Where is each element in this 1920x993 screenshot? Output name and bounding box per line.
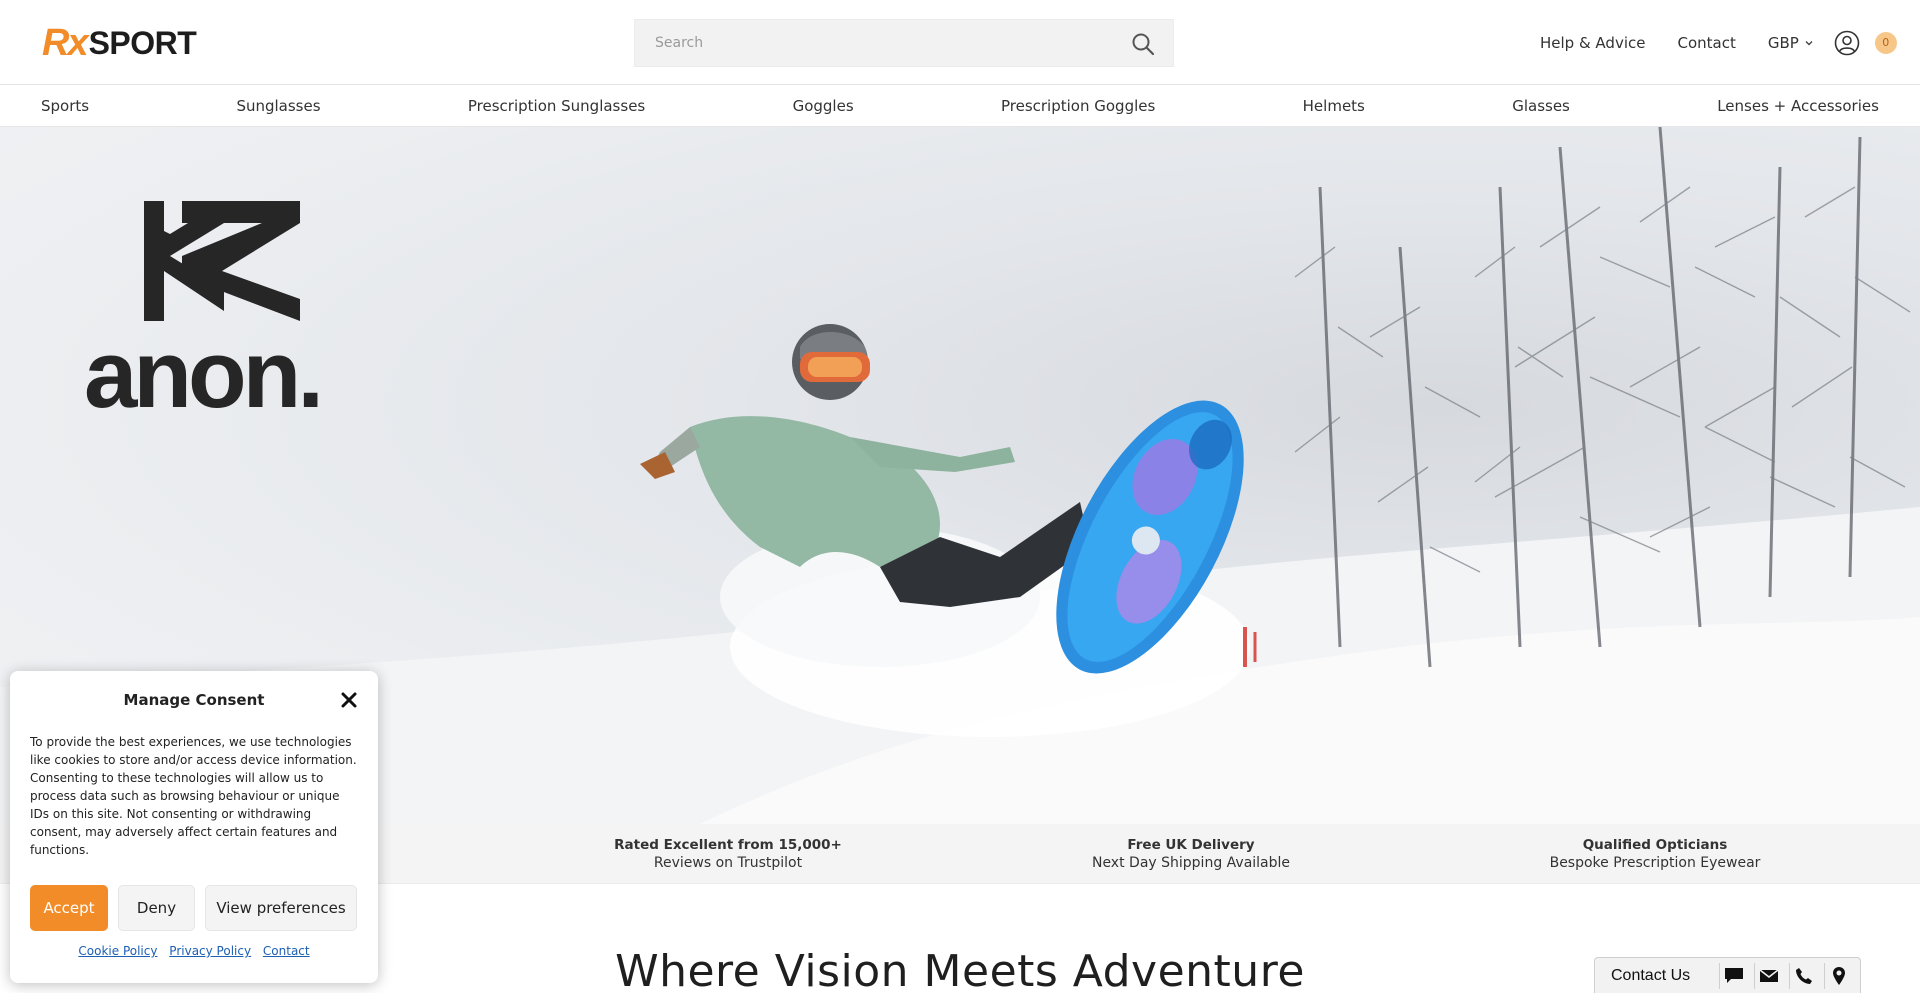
nav-item-sunglasses[interactable]: Sunglasses — [236, 97, 320, 115]
contact-link[interactable]: Contact — [1677, 34, 1735, 52]
usp-delivery[interactable]: Free UK Delivery Next Day Shipping Avail… — [1092, 836, 1290, 872]
nav-item-lenses-accessories[interactable]: Lenses + Accessories — [1717, 97, 1879, 115]
usp-title: Free UK Delivery — [1127, 837, 1255, 853]
consent-links: Cookie Policy Privacy Policy Contact — [10, 944, 378, 958]
main-nav: Sports Sunglasses Prescription Sunglasse… — [0, 86, 1920, 127]
logo-sport-text: SPORT — [88, 25, 197, 61]
cookie-consent-dialog: Manage Consent To provide the best exper… — [10, 671, 378, 983]
usp-title: Qualified Opticians — [1582, 837, 1728, 853]
header-links: Help & Advice Contact GBP 0 — [1540, 0, 1897, 85]
nav-item-helmets[interactable]: Helmets — [1303, 97, 1365, 115]
nav-item-goggles[interactable]: Goggles — [793, 97, 854, 115]
privacy-policy-link[interactable]: Privacy Policy — [169, 944, 251, 958]
account-icon[interactable] — [1834, 30, 1860, 56]
site-header: Rx SPORT Help & Advice Contact GBP 0 — [0, 0, 1920, 85]
chat-icon[interactable] — [1719, 962, 1747, 989]
cart-count-badge[interactable]: 0 — [1874, 31, 1897, 54]
chevron-down-icon — [1805, 40, 1813, 45]
consent-body-text: To provide the best experiences, we use … — [30, 735, 357, 857]
usp-title: Rated Excellent from 15,000+ — [614, 837, 842, 853]
contact-us-label: Contact Us — [1611, 966, 1691, 984]
mail-icon[interactable] — [1754, 962, 1782, 989]
search-icon[interactable] — [1131, 32, 1155, 56]
anon-brand-mark-icon — [144, 201, 300, 321]
usp-subtitle: Bespoke Prescription Eyewear — [1549, 855, 1761, 871]
nav-item-glasses[interactable]: Glasses — [1512, 97, 1570, 115]
nav-item-sports[interactable]: Sports — [41, 97, 89, 115]
rxsport-logo[interactable]: Rx SPORT — [42, 22, 197, 64]
usp-subtitle: Next Day Shipping Available — [1091, 855, 1291, 871]
usp-trustpilot[interactable]: Rated Excellent from 15,000+ Reviews on … — [614, 836, 842, 872]
nav-item-prescription-goggles[interactable]: Prescription Goggles — [1001, 97, 1155, 115]
currency-label: GBP — [1767, 33, 1799, 52]
help-advice-link[interactable]: Help & Advice — [1540, 34, 1645, 52]
deny-button[interactable]: Deny — [118, 885, 195, 931]
consent-title: Manage Consent — [123, 691, 265, 709]
consent-contact-link[interactable]: Contact — [263, 944, 310, 958]
currency-selector[interactable]: GBP — [1768, 34, 1814, 52]
close-icon[interactable] — [340, 691, 358, 709]
location-icon[interactable] — [1824, 962, 1852, 989]
cookie-policy-link[interactable]: Cookie Policy — [78, 944, 157, 958]
nav-item-prescription-sunglasses[interactable]: Prescription Sunglasses — [468, 97, 645, 115]
contact-us-widget[interactable]: Contact Us — [1594, 957, 1861, 993]
view-preferences-button[interactable]: View preferences — [205, 885, 357, 931]
search-bar — [634, 19, 1174, 67]
phone-icon[interactable] — [1789, 962, 1817, 989]
consent-buttons: Accept Deny View preferences — [30, 885, 367, 931]
logo-rx-text: Rx — [42, 22, 89, 64]
usp-subtitle: Reviews on Trustpilot — [653, 855, 803, 871]
usp-opticians[interactable]: Qualified Opticians Bespoke Prescription… — [1550, 836, 1761, 872]
search-input[interactable] — [635, 20, 1115, 66]
anon-brand-wordmark: anon. — [84, 321, 324, 428]
accept-button[interactable]: Accept — [30, 885, 108, 931]
